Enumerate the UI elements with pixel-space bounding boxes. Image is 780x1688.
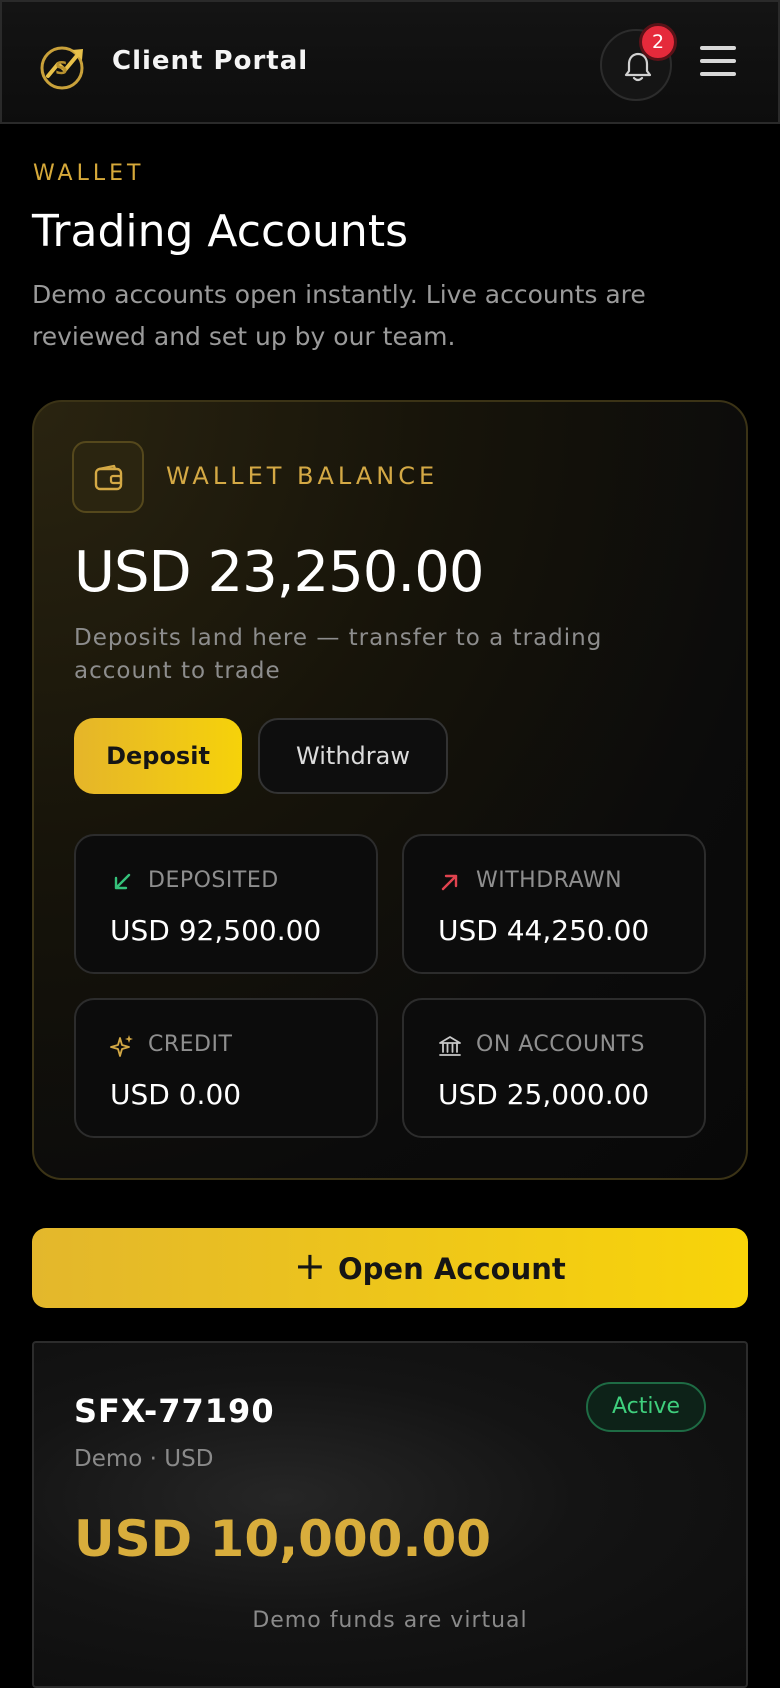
wallet-note: Deposits land here — transfer to a tradi…: [74, 625, 603, 684]
wallet-balance-amount: USD 23,250.00: [74, 540, 484, 605]
wallet-icon-box: [72, 441, 144, 513]
app-title: Client Portal: [112, 46, 309, 76]
sparkle-icon: [110, 1035, 133, 1057]
stat-value: USD 0.00: [110, 1078, 242, 1111]
stat-value: USD 25,000.00: [438, 1078, 650, 1111]
deposit-button[interactable]: Deposit: [74, 718, 242, 794]
arrow-down-left-icon: [114, 873, 131, 890]
account-note: Demo funds are virtual: [252, 1608, 528, 1633]
section-eyebrow: WALLET: [33, 161, 145, 186]
stat-credit: CREDIT USD 0.00: [74, 998, 378, 1138]
page-title: Trading Accounts: [32, 206, 408, 257]
stat-value: USD 44,250.00: [438, 914, 650, 947]
stat-label: ON ACCOUNTS: [476, 1032, 645, 1057]
account-id: SFX-77190: [74, 1392, 275, 1430]
hamburger-line: [700, 72, 736, 76]
arrow-up-right-icon: [441, 874, 458, 891]
stat-deposited: DEPOSITED USD 92,500.00: [74, 834, 378, 974]
stat-on-accounts: ON ACCOUNTS USD 25,000.00: [402, 998, 706, 1138]
notification-count-badge: 2: [639, 23, 677, 61]
svg-text:S: S: [55, 58, 68, 79]
open-account-button[interactable]: + Open Account: [32, 1228, 748, 1308]
status-badge: Active: [586, 1382, 706, 1432]
bank-icon: [439, 1036, 461, 1056]
wallet-balance-label: WALLET BALANCE: [166, 462, 439, 490]
stat-value: USD 92,500.00: [110, 914, 322, 947]
open-account-label: Open Account: [338, 1252, 566, 1286]
page-description: Demo accounts open instantly. Live accou…: [32, 280, 646, 351]
app-header: S Client Portal 2: [0, 0, 780, 124]
account-balance: USD 10,000.00: [74, 1510, 492, 1568]
hamburger-line: [700, 59, 736, 63]
account-meta: Demo · USD: [74, 1446, 214, 1472]
withdraw-button[interactable]: Withdraw: [258, 718, 448, 794]
plus-icon: +: [294, 1244, 326, 1288]
logo-icon[interactable]: S: [36, 38, 92, 94]
stat-withdrawn: WITHDRAWN USD 44,250.00: [402, 834, 706, 974]
hamburger-menu-icon: [700, 46, 736, 50]
stat-label: DEPOSITED: [148, 868, 279, 893]
stat-label: CREDIT: [148, 1032, 233, 1057]
wallet-icon: [94, 464, 123, 491]
stat-label: WITHDRAWN: [476, 868, 623, 893]
menu-button[interactable]: [700, 46, 736, 80]
